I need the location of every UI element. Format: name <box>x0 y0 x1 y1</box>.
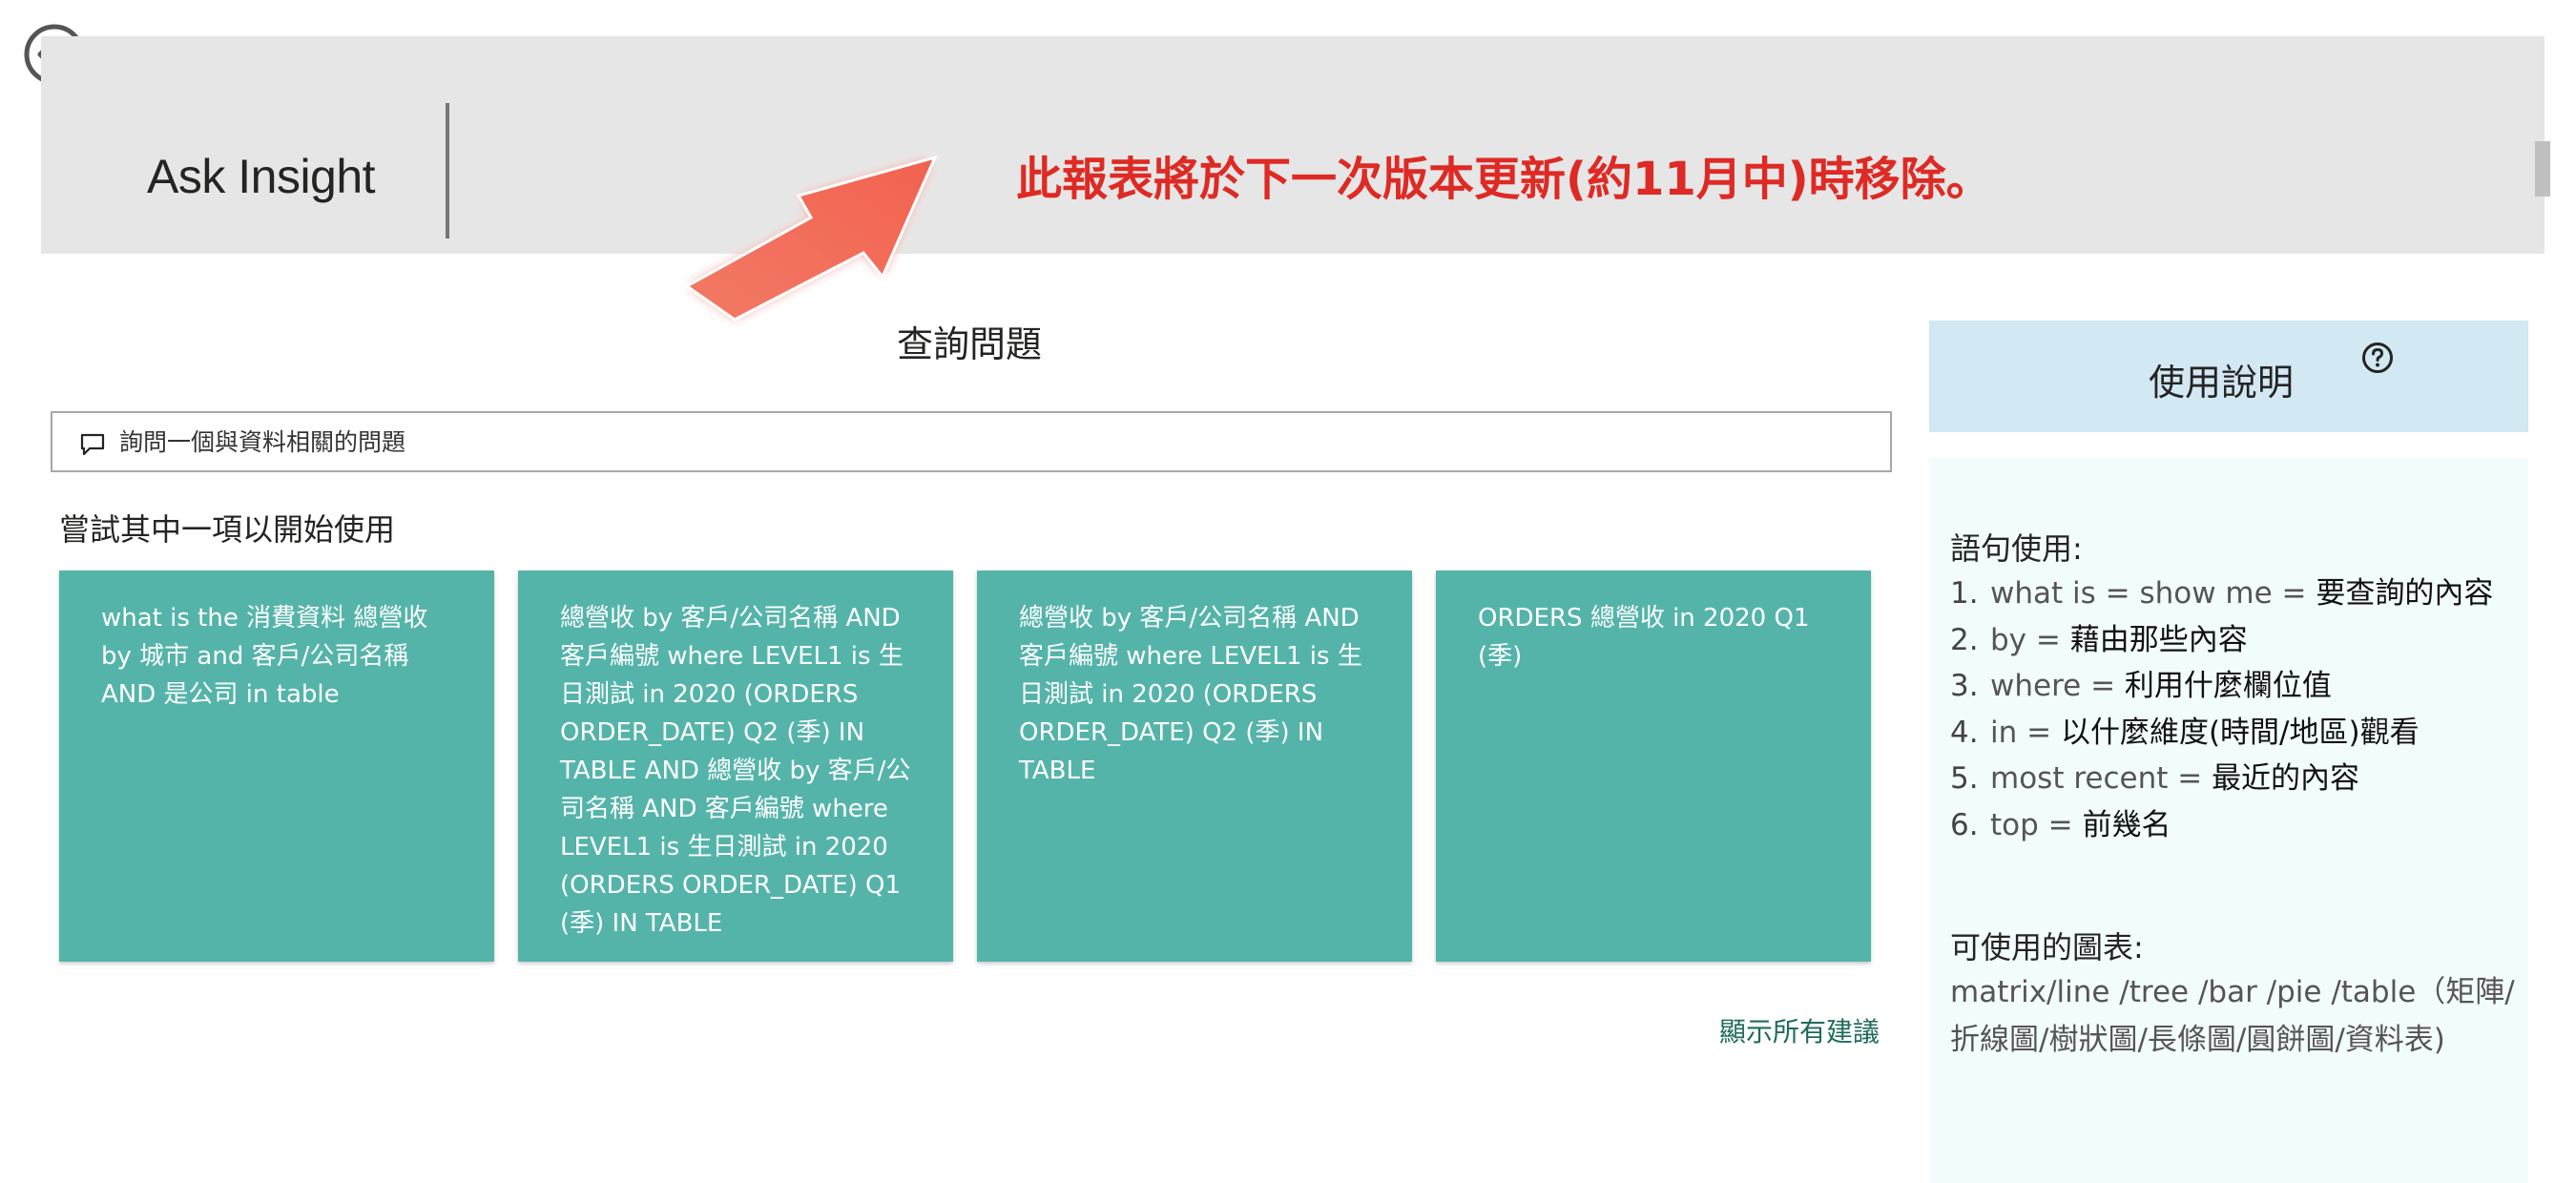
help-header: 使用說明 <box>1929 321 2528 432</box>
suggestion-card-4[interactable]: ORDERS 總營收 in 2020 Q1 (季) <box>1436 571 1871 962</box>
header-bar: Ask Insight 此報表將於下一次版本更新(約11月中)時移除。 <box>41 36 2550 254</box>
header-scrollbar[interactable] <box>2535 141 2550 197</box>
removal-notice: 此報表將於下一次版本更新(約11月中)時移除。 <box>1016 153 1992 206</box>
header-divider <box>446 103 449 239</box>
charts-heading: 可使用的圖表: <box>1950 929 2144 965</box>
list-item: 1. what is = show me = 要查詢的內容 <box>1950 576 2494 611</box>
search-box[interactable] <box>51 411 1892 472</box>
suggestion-card-3[interactable]: 總營收 by 客戶/公司名稱 AND 客戶編號 where LEVEL1 is … <box>977 571 1412 962</box>
chart-types-text: matrix/line /tree /bar /pie /table（矩陣/折線… <box>1950 975 2515 1057</box>
syntax-list: 1. what is = show me = 要查詢的內容 2. by = 藉由那些… <box>1950 571 2493 848</box>
suggestion-text: what is the 消費資料 總營收 by 城市 and 客戶/公司名稱 A… <box>101 604 428 709</box>
suggestion-text: 總營收 by 客戶/公司名稱 AND 客戶編號 where LEVEL1 is … <box>560 604 911 938</box>
syntax-heading: 語句使用: <box>1950 530 2083 567</box>
red-arrow-annotation <box>684 155 938 322</box>
list-item: 3. where = 利用什麼欄位值 <box>1950 669 2332 703</box>
help-panel: 語句使用: 1. what is = show me = 要查詢的內容 2. by … <box>1929 458 2528 1183</box>
app-title: Ask Insight <box>147 150 376 203</box>
question-input[interactable] <box>119 413 1875 470</box>
question-circle-icon[interactable] <box>2361 342 2394 374</box>
list-item: 4. in = 以什麼維度(時間/地區)觀看 <box>1950 715 2420 750</box>
try-suggestions-label: 嘗試其中一項以開始使用 <box>59 511 396 548</box>
list-item: 5. most recent = 最近的內容 <box>1950 761 2360 796</box>
suggestion-text: ORDERS 總營收 in 2020 Q1 (季) <box>1478 604 1810 671</box>
help-title: 使用說明 <box>2149 362 2295 404</box>
speech-bubble-icon <box>80 433 105 456</box>
show-all-suggestions-link[interactable]: 顯示所有建議 <box>1719 1011 1880 1049</box>
query-section-title: 查詢問題 <box>897 323 1043 365</box>
suggestion-text: 總營收 by 客戶/公司名稱 AND 客戶編號 where LEVEL1 is … <box>1019 604 1362 785</box>
suggestion-card-1[interactable]: what is the 消費資料 總營收 by 城市 and 客戶/公司名稱 A… <box>59 571 494 962</box>
suggestion-card-2[interactable]: 總營收 by 客戶/公司名稱 AND 客戶編號 where LEVEL1 is … <box>518 571 953 962</box>
list-item: 2. by = 藉由那些內容 <box>1950 622 2248 657</box>
list-item: 6. top = 前幾名 <box>1950 807 2171 842</box>
